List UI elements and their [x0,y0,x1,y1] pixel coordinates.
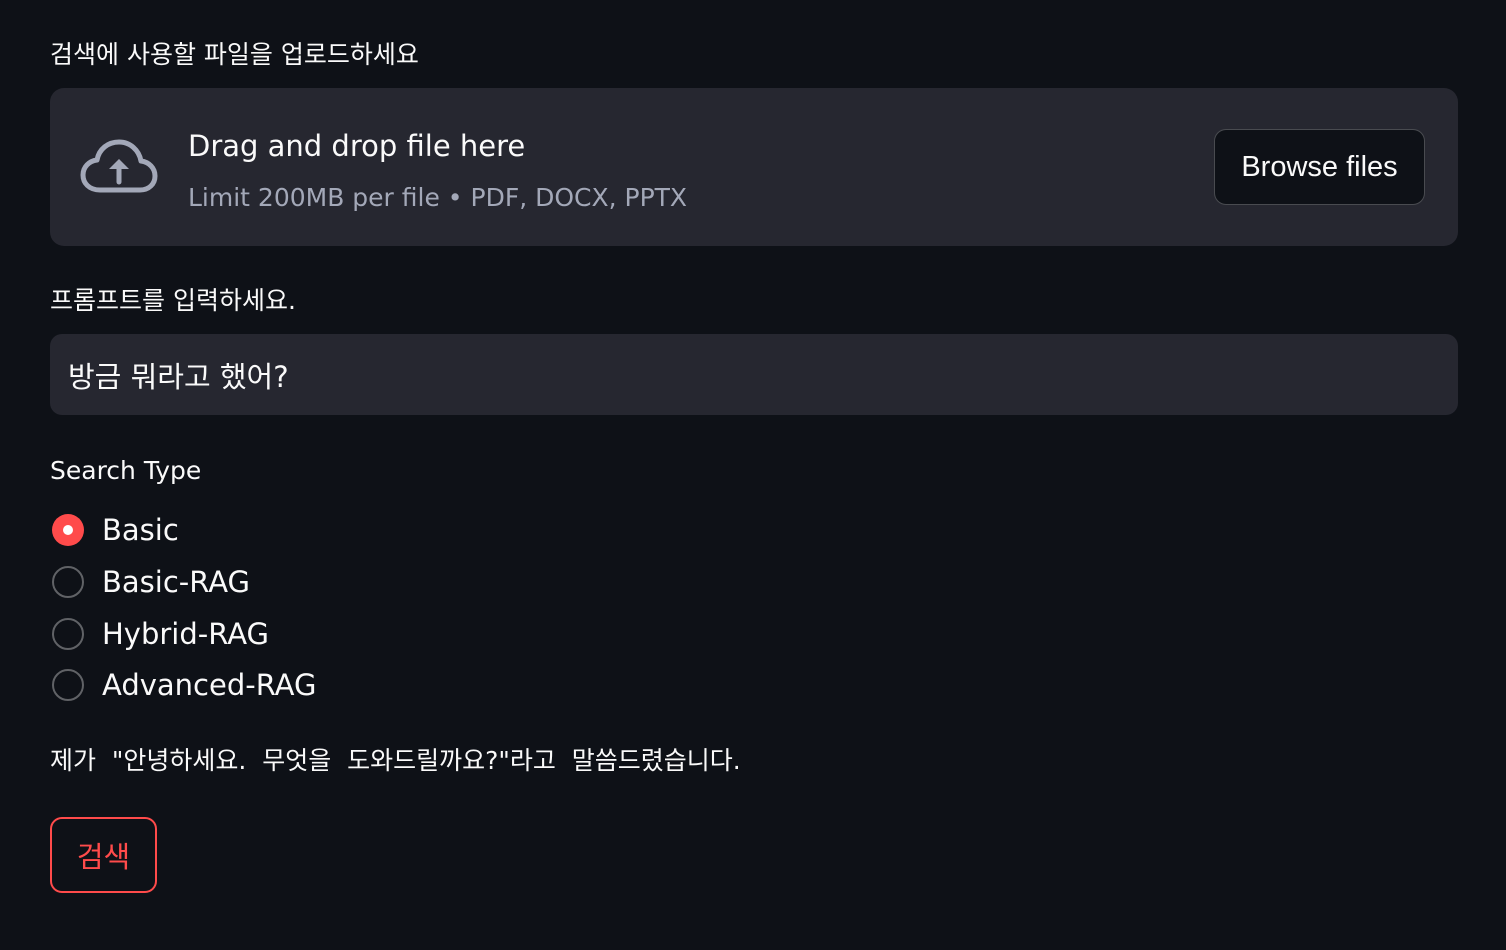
radio-label: Advanced-RAG [102,668,317,702]
radio-option-hybrid-rag[interactable]: Hybrid-RAG [52,616,269,652]
prompt-label: 프롬프트를 입력하세요. [50,286,296,315]
cloud-upload-icon [80,138,158,196]
prompt-input[interactable]: 방금 뭐라고 했어? [50,334,1458,415]
radio-unchecked-icon[interactable] [52,618,84,650]
drop-title: Drag and drop file here [188,129,526,163]
radio-label: Hybrid-RAG [102,617,270,651]
search-type-label: Search Type [50,456,202,485]
radio-option-basic-rag[interactable]: Basic-RAG [52,564,250,600]
uploader-label: 검색에 사용할 파일을 업로드하세요 [50,40,419,69]
answer-text: 제가 "안녕하세요. 무엇을 도와드릴까요?"라고 말씀드렸습니다. [50,746,741,775]
browse-files-button[interactable]: Browse files [1214,129,1425,205]
radio-option-advanced-rag[interactable]: Advanced-RAG [52,667,316,703]
radio-option-basic[interactable]: Basic [52,512,179,548]
radio-label: Basic-RAG [102,565,251,599]
radio-label: Basic [102,513,179,547]
radio-unchecked-icon[interactable] [52,566,84,598]
radio-checked-icon[interactable] [52,514,84,546]
drop-limit-text: Limit 200MB per file • PDF, DOCX, PPTX [188,183,688,212]
app-page: 검색에 사용할 파일을 업로드하세요 Drag and drop file he… [0,0,1506,950]
search-button[interactable]: 검색 [50,817,157,893]
radio-unchecked-icon[interactable] [52,669,84,701]
